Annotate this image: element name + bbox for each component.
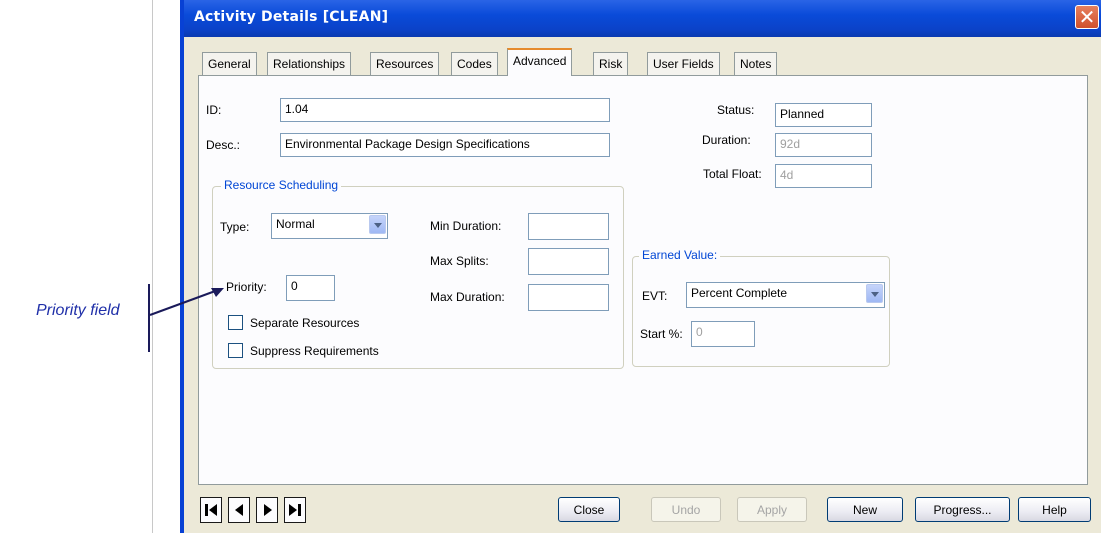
first-record-icon [205,504,217,516]
start-percent-label: Start %: [640,327,683,341]
callout-label: Priority field [36,302,120,319]
description-field[interactable]: Environmental Package Design Specificati… [280,133,610,157]
window-title: Activity Details [CLEAN] [194,9,389,25]
help-button[interactable]: Help [1018,497,1091,522]
separate-resources-label: Separate Resources [250,316,360,330]
earned-value-title: Earned Value: [639,248,721,262]
tab-codes[interactable]: Codes [451,52,498,75]
max-splits-label: Max Splits: [430,254,489,268]
type-select-value: Normal [276,217,315,231]
min-duration-label: Min Duration: [430,219,502,233]
evt-select[interactable]: Percent Complete [686,282,885,308]
priority-field[interactable]: 0 [286,275,335,301]
id-field[interactable]: 1.04 [280,98,610,122]
page-divider [152,0,153,533]
start-percent-field: 0 [691,321,755,347]
tab-relationships[interactable]: Relationships [267,52,352,75]
max-splits-field[interactable] [528,248,609,275]
min-duration-field[interactable] [528,213,609,240]
tab-user-fields[interactable]: User Fields [647,52,720,75]
status-label: Status: [717,103,755,117]
type-label: Type: [220,220,250,234]
next-record-button[interactable] [256,497,278,523]
total-float-label: Total Float: [703,167,762,181]
first-record-button[interactable] [200,497,222,523]
last-record-icon [289,504,301,516]
chevron-down-icon[interactable] [866,284,883,303]
id-label: ID: [206,103,222,117]
duration-field: 92d [775,133,872,157]
activity-details-dialog: Activity Details [CLEAN] ✕ General Relat… [180,0,1101,533]
apply-button[interactable]: Apply [737,497,807,522]
previous-record-icon [235,504,243,516]
evt-select-value: Percent Complete [691,286,788,300]
callout-arrow [149,288,224,316]
earned-value-group [632,256,890,367]
undo-button[interactable]: Undo [651,497,721,522]
suppress-requirements-checkbox[interactable] [228,343,243,358]
new-button[interactable]: New [827,497,903,522]
title-bar[interactable]: Activity Details [CLEAN] ✕ [184,0,1101,37]
next-record-icon [264,504,272,516]
duration-label: Duration: [702,133,751,147]
type-select[interactable]: Normal [271,213,388,239]
evt-label: EVT: [642,289,668,303]
tab-general[interactable]: General [202,52,257,75]
previous-record-button[interactable] [228,497,250,523]
chevron-down-icon[interactable] [369,215,386,234]
separate-resources-checkbox[interactable] [228,315,243,330]
total-float-field: 4d [775,164,872,188]
tab-resources[interactable]: Resources [370,52,440,75]
desc-label: Desc.: [206,138,241,152]
progress-button[interactable]: Progress... [915,497,1010,522]
last-record-button[interactable] [284,497,306,523]
close-button[interactable]: Close [558,497,620,522]
tab-advanced[interactable]: Advanced [507,48,573,76]
status-field[interactable]: Planned [775,103,872,127]
close-window-button[interactable]: ✕ [1075,5,1099,29]
max-duration-field[interactable] [528,284,609,311]
tab-notes[interactable]: Notes [734,52,778,75]
max-duration-label: Max Duration: [430,290,505,304]
suppress-requirements-label: Suppress Requirements [250,344,379,358]
priority-label: Priority: [226,280,267,294]
tab-risk[interactable]: Risk [593,52,629,75]
resource-scheduling-title: Resource Scheduling [221,178,342,192]
